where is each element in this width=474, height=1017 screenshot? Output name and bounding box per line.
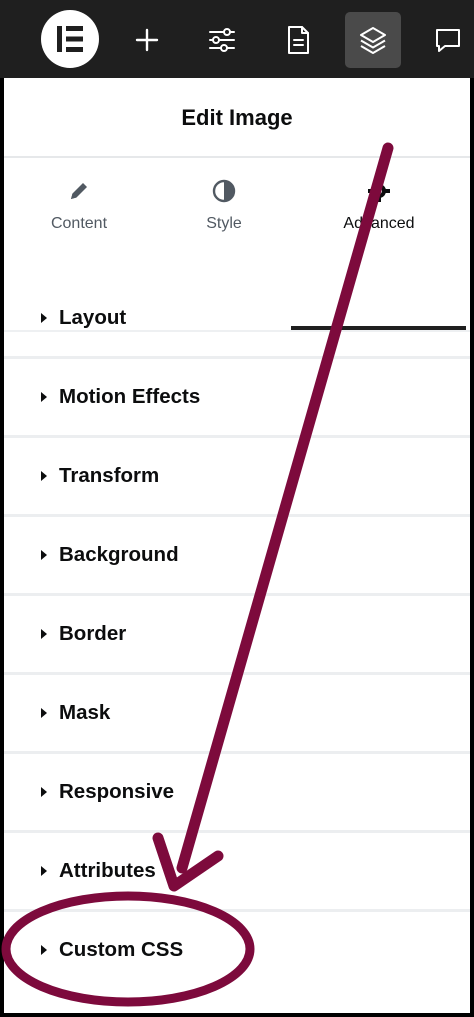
caret-right-icon (39, 786, 49, 798)
caret-right-icon (39, 944, 49, 956)
section-mask[interactable]: Mask (4, 675, 470, 754)
section-attributes[interactable]: Attributes (4, 833, 470, 912)
section-label: Motion Effects (59, 385, 201, 408)
section-label: Border (59, 622, 127, 645)
tab-advanced-label: Advanced (343, 215, 415, 232)
tab-content[interactable]: Content (4, 158, 154, 252)
caret-right-icon (39, 312, 49, 324)
section-label: Responsive (59, 780, 175, 803)
editor-panel: Edit Image Content Style Advanced Layout… (4, 78, 470, 1013)
panel-title: Edit Image (181, 105, 293, 130)
caret-right-icon (39, 628, 49, 640)
caret-right-icon (39, 707, 49, 719)
section-transform[interactable]: Transform (4, 438, 470, 517)
caret-right-icon (39, 865, 49, 877)
page-settings-button[interactable] (270, 12, 326, 68)
site-settings-button[interactable] (194, 12, 250, 68)
section-list: Layout Motion Effects Transform Backgrou… (4, 280, 470, 991)
caret-right-icon (39, 549, 49, 561)
tab-style[interactable]: Style (149, 158, 299, 252)
elementor-logo[interactable] (41, 10, 99, 68)
section-label: Transform (59, 464, 160, 487)
section-responsive[interactable]: Responsive (4, 754, 470, 833)
comments-button[interactable] (420, 12, 474, 68)
section-label: Mask (59, 701, 111, 724)
top-toolbar (0, 0, 474, 78)
section-background[interactable]: Background (4, 517, 470, 596)
panel-tabs: Content Style Advanced (4, 158, 470, 332)
tab-style-label: Style (206, 215, 242, 232)
add-element-button[interactable] (119, 12, 175, 68)
section-label: Background (59, 543, 179, 566)
tab-advanced[interactable]: Advanced (304, 158, 454, 252)
pencil-icon (4, 178, 154, 204)
section-label: Layout (59, 306, 127, 329)
section-border[interactable]: Border (4, 596, 470, 675)
section-custom-css[interactable]: Custom CSS (4, 912, 470, 991)
caret-right-icon (39, 391, 49, 403)
section-label: Custom CSS (59, 938, 184, 961)
app-frame: Edit Image Content Style Advanced Layout… (0, 0, 474, 1017)
tab-content-label: Content (50, 215, 108, 232)
half-circle-icon (149, 178, 299, 204)
section-layout[interactable]: Layout (4, 280, 470, 359)
section-label: Attributes (59, 859, 156, 882)
gear-icon (304, 178, 454, 204)
caret-right-icon (39, 470, 49, 482)
section-motion-effects[interactable]: Motion Effects (4, 359, 470, 438)
structure-button[interactable] (345, 12, 401, 68)
